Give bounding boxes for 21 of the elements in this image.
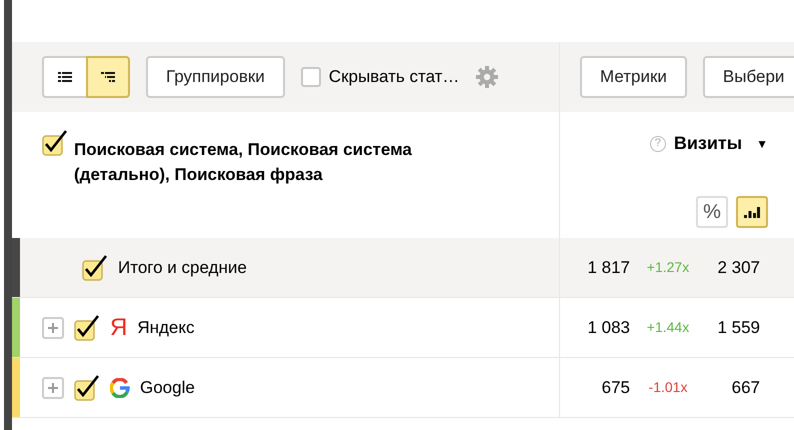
value-cell-text: 1 817 xyxy=(586,256,630,279)
metric-heading[interactable]: Визиты xyxy=(674,130,742,157)
value-cell-text: 1 083 xyxy=(586,316,630,339)
value-cell-text: 675 xyxy=(600,376,630,399)
value-cell-text: 667 xyxy=(730,376,760,399)
value-cell-text: 2 307 xyxy=(716,256,760,279)
column-heading: Поисковая система, Поисковая система (детально), Поисковая фраза xyxy=(74,139,413,186)
change-value: +1.27x xyxy=(646,258,690,277)
select-button[interactable]: Выбери xyxy=(702,56,794,98)
row-label[interactable]: Яндекс xyxy=(137,314,195,340)
metrics-button[interactable]: Метрики xyxy=(580,56,687,98)
change-value: -1.01x xyxy=(648,378,688,397)
percent-toggle[interactable]: % xyxy=(696,196,728,228)
value-cell-text: 1 559 xyxy=(716,316,760,339)
change-value: +1.44x xyxy=(646,318,690,337)
groupings-button[interactable]: Группировки xyxy=(146,56,285,98)
hide-checkbox[interactable]: Скрывать стат… xyxy=(300,64,460,90)
row-label[interactable]: Итого и средние xyxy=(118,254,247,280)
row-label[interactable]: Google xyxy=(140,374,195,400)
logo-letter: Я xyxy=(110,316,128,340)
sort-arrow[interactable]: ▼ xyxy=(756,134,768,152)
